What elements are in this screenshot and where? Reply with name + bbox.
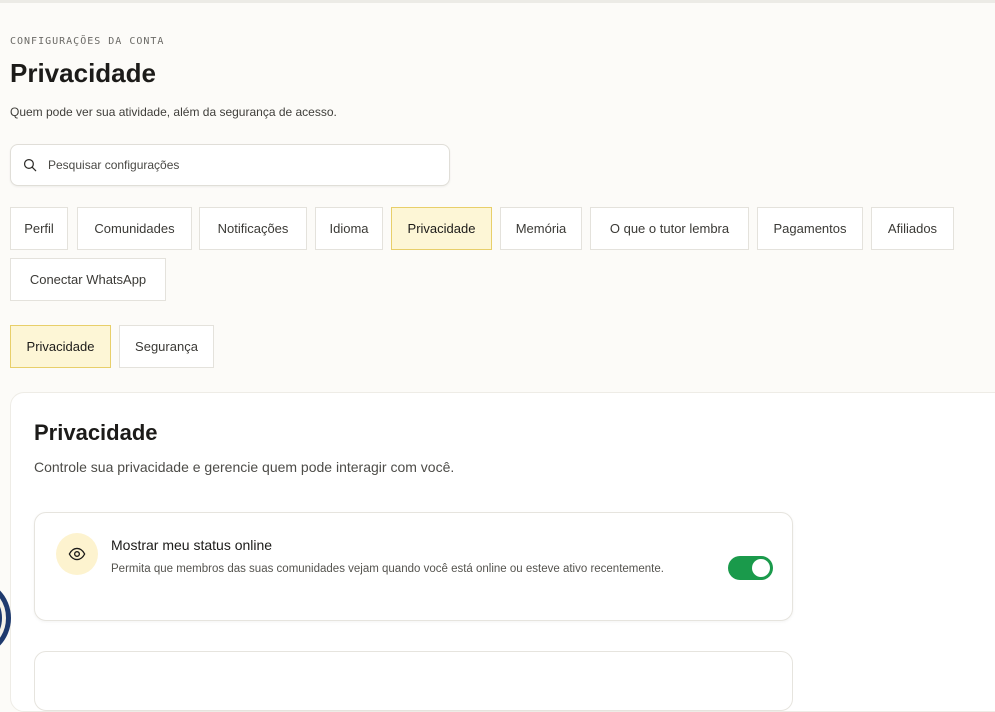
toggle-knob (752, 559, 770, 577)
tab-comunidades[interactable]: Comunidades (77, 207, 192, 250)
setting-title: Mostrar meu status online (111, 537, 273, 553)
subtab-seguranca[interactable]: Segurança (119, 325, 214, 368)
tab-perfil[interactable]: Perfil (10, 207, 68, 250)
subtab-privacidade[interactable]: Privacidade (10, 325, 111, 368)
tab-idioma[interactable]: Idioma (315, 207, 383, 250)
tab-privacidade[interactable]: Privacidade (391, 207, 492, 250)
page-title: Privacidade (10, 58, 156, 88)
search-input[interactable] (46, 157, 430, 173)
section-description: Controle sua privacidade e gerencie quem… (34, 459, 455, 475)
badge-emblem-icon (0, 590, 11, 646)
search-box[interactable] (10, 144, 450, 186)
tab-afiliados[interactable]: Afiliados (871, 207, 954, 250)
tab-conectar-whatsapp[interactable]: Conectar WhatsApp (10, 258, 166, 301)
search-icon (23, 158, 37, 172)
online-status-toggle[interactable] (728, 556, 773, 580)
setting-online-status: Mostrar meu status online Permita que me… (34, 512, 793, 621)
section-title: Privacidade (34, 420, 158, 445)
tab-memoria[interactable]: Memória (500, 207, 582, 250)
tab-pagamentos[interactable]: Pagamentos (757, 207, 863, 250)
eye-icon (56, 533, 98, 575)
tab-notificacoes[interactable]: Notificações (199, 207, 307, 250)
next-setting-card (34, 651, 793, 711)
setting-description: Permita que membros das suas comunidades… (111, 563, 664, 575)
tab-o-que-o-tutor-lembra[interactable]: O que o tutor lembra (590, 207, 749, 250)
top-divider (0, 0, 995, 3)
page-subtitle: Quem pode ver sua atividade, além da seg… (10, 105, 337, 119)
page-eyebrow: CONFIGURAÇÕES DA CONTA (10, 36, 165, 47)
